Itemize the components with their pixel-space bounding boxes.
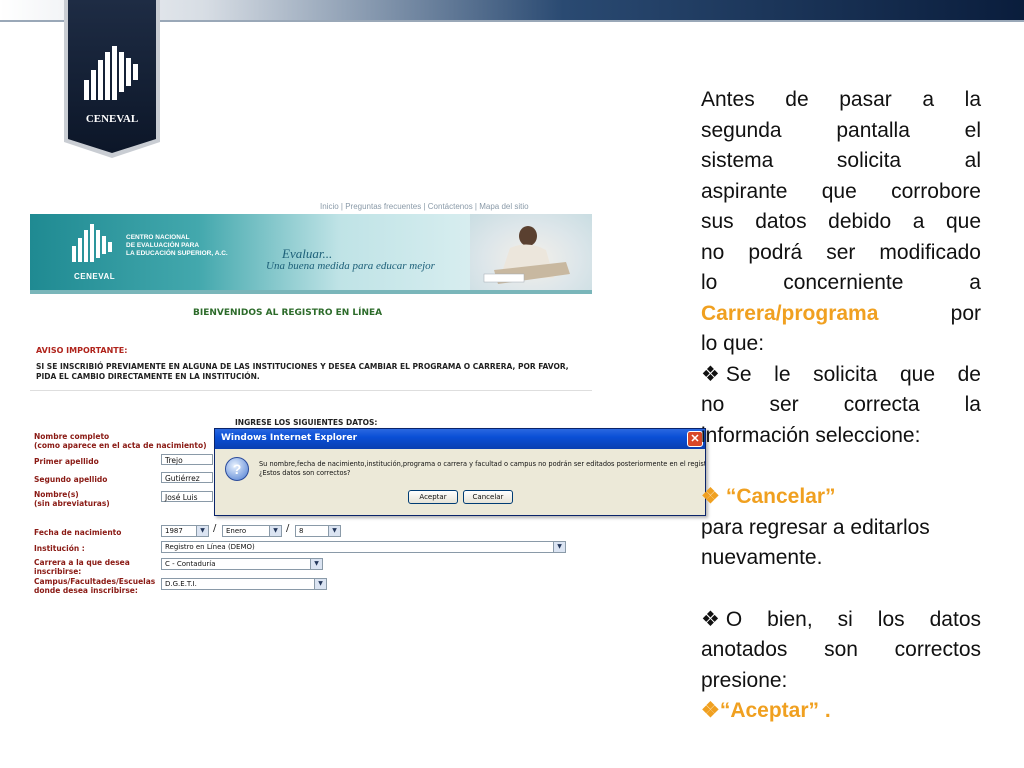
second-surname-label: Segundo apellido xyxy=(34,475,108,484)
ceneval-badge-logo: CENEVAL xyxy=(64,0,160,158)
banner-institution-name: CENTRO NACIONAL DE EVALUACIÓN PARA LA ED… xyxy=(126,234,228,257)
accept-option: ❖“Aceptar” . xyxy=(701,699,831,722)
full-name-label: Nombre completo xyxy=(34,432,110,441)
career-label: Carrera a la que desea inscribirse: xyxy=(34,558,130,576)
diamond-bullet-icon: ❖ xyxy=(701,699,720,722)
given-names-sublabel: (sin abreviaturas) xyxy=(34,499,110,508)
birthdate-label: Fecha de nacimiento xyxy=(34,528,122,537)
given-names-label: Nombre(s) xyxy=(34,490,79,499)
banner-photo xyxy=(470,214,592,290)
institution-select[interactable]: Registro en Línea (DEMO) ▼ xyxy=(161,541,566,553)
institution-label: Institución : xyxy=(34,544,85,553)
explanation-paragraph: Antes de pasar a la segunda pantalla el … xyxy=(701,85,981,727)
form-instructions: INGRESE LOS SIGUIENTES DATOS: xyxy=(235,418,378,427)
career-select[interactable]: C - Contaduría ▼ xyxy=(161,558,323,570)
site-banner: CENEVAL CENTRO NACIONAL DE EVALUACIÓN PA… xyxy=(30,214,592,290)
chevron-down-icon: ▼ xyxy=(310,559,322,569)
svg-text:CENEVAL: CENEVAL xyxy=(86,113,138,125)
chevron-down-icon: ▼ xyxy=(196,526,208,536)
campus-select[interactable]: D.G.E.T.I. ▼ xyxy=(161,578,327,590)
full-name-sublabel: (como aparece en el acta de nacimiento) xyxy=(34,441,207,450)
ceneval-small-logo xyxy=(72,224,112,262)
second-surname-input[interactable]: Gutiérrez xyxy=(161,472,213,483)
accept-button[interactable]: Aceptar xyxy=(408,490,458,504)
first-surname-input[interactable]: Trejo xyxy=(161,454,213,465)
registration-screenshot: Inicio | Preguntas frecuentes | Contácte… xyxy=(30,200,592,602)
dialog-title: Windows Internet Explorer xyxy=(221,433,358,443)
birth-month-select[interactable]: Enero ▼ xyxy=(222,525,282,537)
welcome-heading: BIENVENIDOS AL REGISTRO EN LÍNEA xyxy=(193,308,383,318)
bullet-item-1: ❖ Se le solicita que de xyxy=(701,360,981,391)
diamond-bullet-icon: ❖ xyxy=(701,485,720,508)
question-icon: ? xyxy=(225,457,249,481)
chevron-down-icon: ▼ xyxy=(314,579,326,589)
campus-label: Campus/Facultades/Escuelas donde desea i… xyxy=(34,577,156,595)
notice-title: AVISO IMPORTANTE: xyxy=(36,346,128,355)
dialog-titlebar[interactable]: Windows Internet Explorer ✕ xyxy=(215,429,705,449)
bullet-item-2: ❖ O bien, si los datos xyxy=(701,605,981,636)
cancel-option: ❖ “Cancelar” xyxy=(701,485,836,508)
site-top-links-bar: Inicio | Preguntas frecuentes | Contácte… xyxy=(30,200,592,214)
ceneval-logo-text: CENEVAL xyxy=(86,113,138,125)
birth-day-select[interactable]: 8 ▼ xyxy=(295,525,341,537)
cancel-button[interactable]: Cancelar xyxy=(463,490,513,504)
dialog-message: Su nombre,fecha de nacimiento,institució… xyxy=(259,460,706,477)
career-program-highlight: Carrera/programa xyxy=(701,301,879,325)
birth-year-select[interactable]: 1987 ▼ xyxy=(161,525,209,537)
chevron-down-icon: ▼ xyxy=(553,542,565,552)
first-surname-label: Primer apellido xyxy=(34,457,99,466)
chevron-down-icon: ▼ xyxy=(328,526,340,536)
banner-slogan: Una buena medida para educar mejor xyxy=(266,260,435,272)
notice-text: SI SE INSCRIBIÓ PREVIAMENTE EN ALGUNA DE… xyxy=(36,362,569,381)
diamond-bullet-icon: ❖ xyxy=(701,607,720,631)
divider xyxy=(30,390,592,391)
banner-ceneval-text: CENEVAL xyxy=(74,272,116,281)
chevron-down-icon: ▼ xyxy=(269,526,281,536)
given-names-input[interactable]: José Luis xyxy=(161,491,213,502)
confirm-dialog: Windows Internet Explorer ✕ ? Su nombre,… xyxy=(214,428,706,516)
diamond-bullet-icon: ❖ xyxy=(701,362,720,386)
site-top-links[interactable]: Inicio | Preguntas frecuentes | Contácte… xyxy=(320,202,529,211)
